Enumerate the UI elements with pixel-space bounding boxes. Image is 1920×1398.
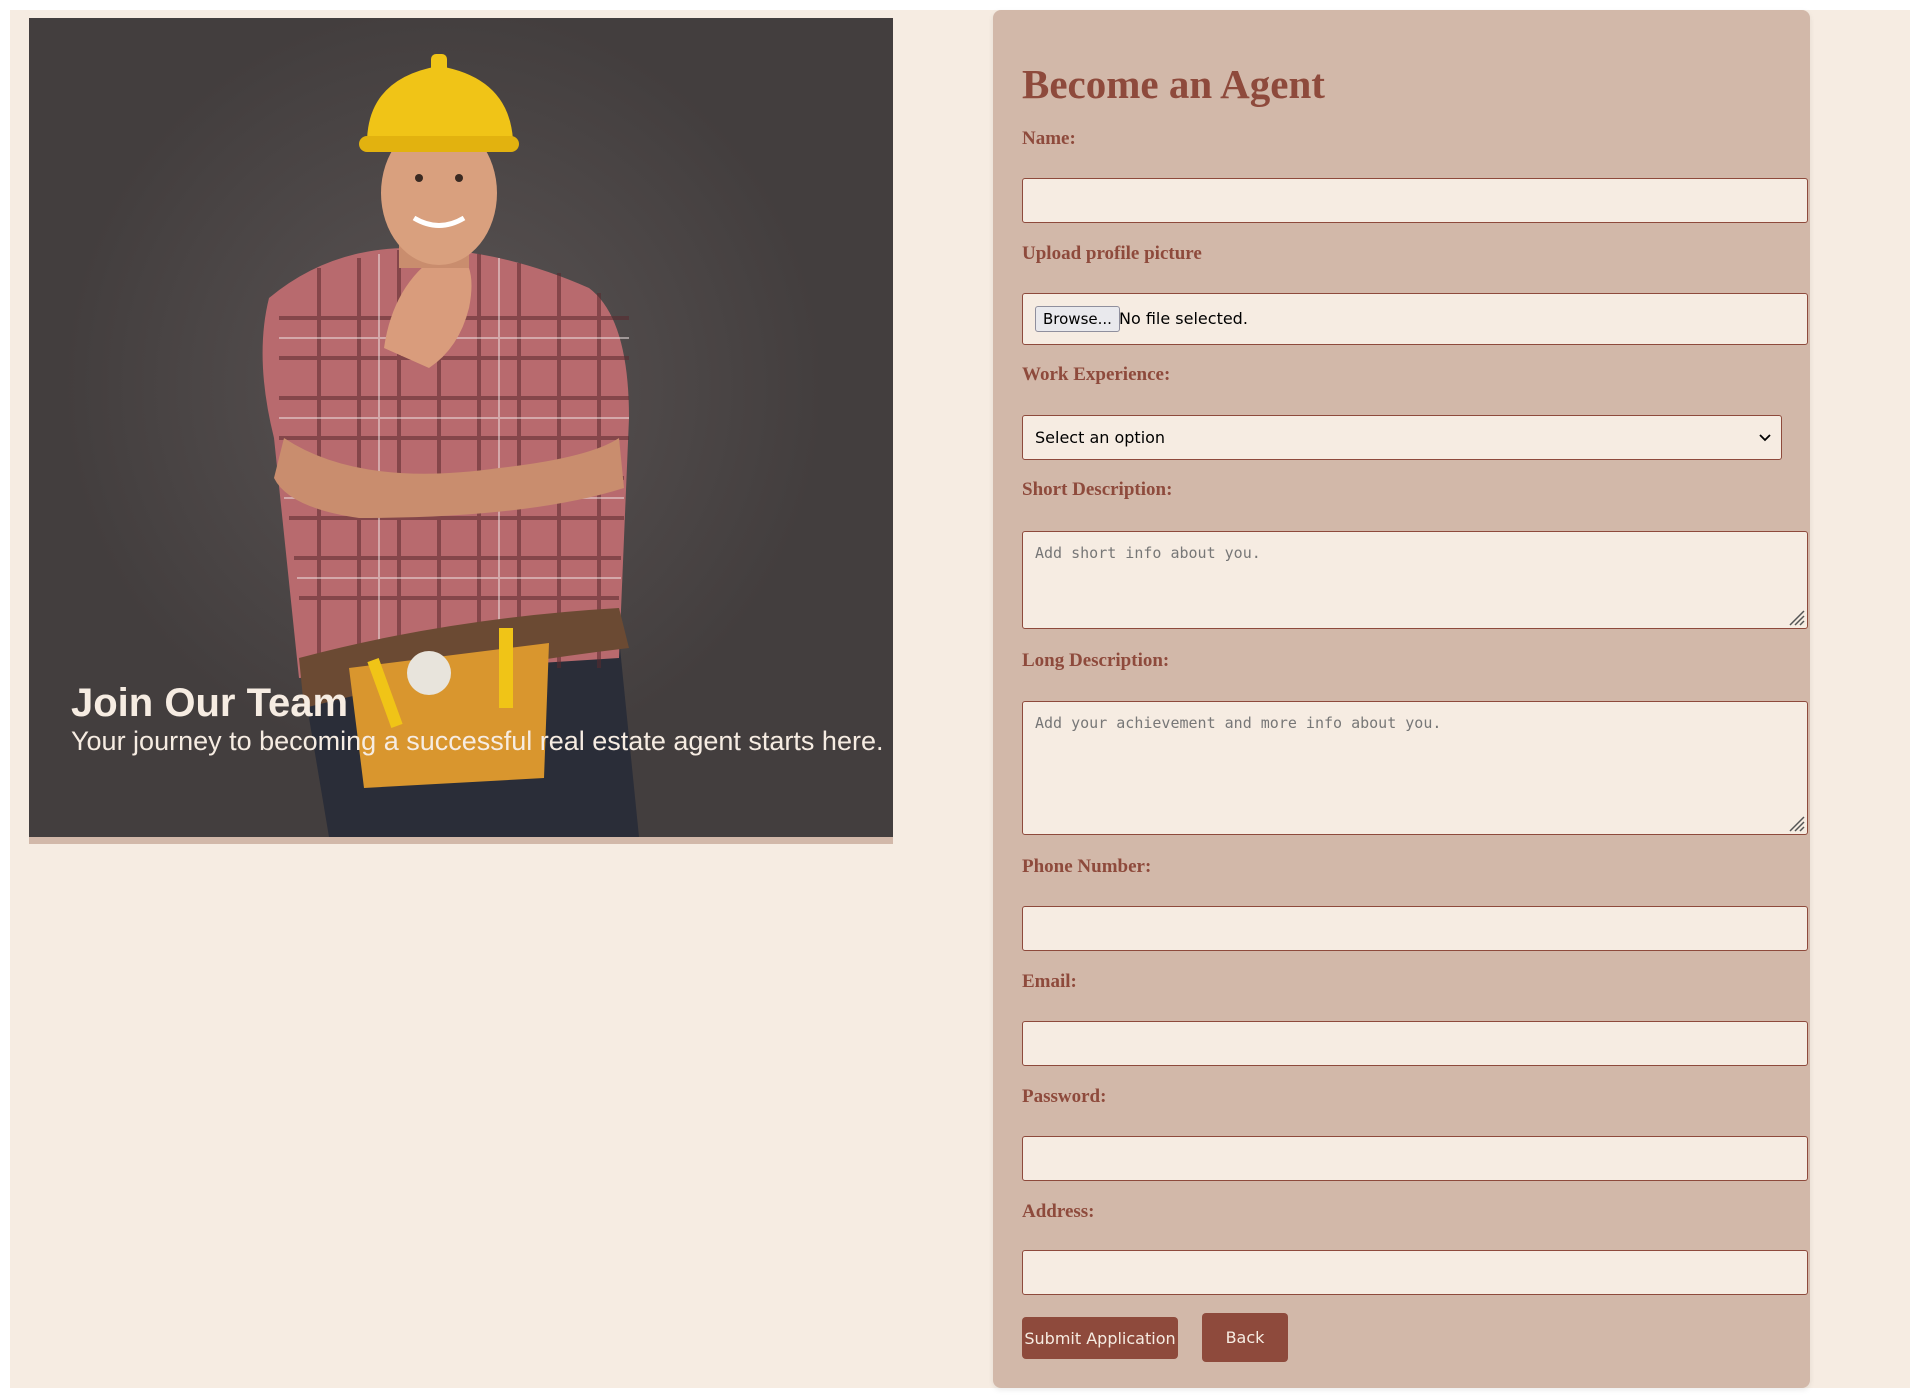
file-status-text: No file selected. [1119, 309, 1248, 328]
hero-title: Join Our Team [71, 681, 349, 725]
address-label: Address: [1022, 1201, 1095, 1222]
short-description-placeholder: Add short info about you. [1035, 544, 1261, 562]
long-description-textarea[interactable]: Add your achievement and more info about… [1022, 701, 1808, 835]
phone-input[interactable] [1022, 906, 1808, 951]
short-description-textarea[interactable]: Add short info about you. [1022, 531, 1808, 629]
form-title: Become an Agent [1022, 61, 1325, 107]
name-input[interactable] [1022, 178, 1808, 223]
work-experience-label: Work Experience: [1022, 364, 1171, 385]
long-description-label: Long Description: [1022, 650, 1170, 671]
email-label: Email: [1022, 971, 1077, 992]
password-input[interactable] [1022, 1136, 1808, 1181]
password-label: Password: [1022, 1086, 1107, 1107]
chevron-down-icon [1759, 434, 1771, 442]
resize-grip-icon[interactable] [1785, 812, 1805, 832]
profile-picture-input: Browse... No file selected. [1022, 293, 1808, 345]
name-label: Name: [1022, 128, 1076, 149]
hero-image: Join Our Team Your journey to becoming a… [29, 18, 893, 837]
hero-bottom-border [29, 837, 893, 844]
email-input[interactable] [1022, 1021, 1808, 1066]
work-experience-selected: Select an option [1035, 428, 1166, 447]
submit-application-button[interactable]: Submit Application [1022, 1317, 1178, 1359]
back-button[interactable]: Back [1202, 1313, 1288, 1362]
phone-label: Phone Number: [1022, 856, 1152, 877]
address-input[interactable] [1022, 1250, 1808, 1295]
profile-picture-label: Upload profile picture [1022, 243, 1202, 264]
work-experience-select[interactable]: Select an option [1022, 415, 1782, 460]
browse-button[interactable]: Browse... [1035, 306, 1120, 332]
hero-subtitle: Your journey to becoming a successful re… [71, 726, 884, 756]
resize-grip-icon[interactable] [1785, 606, 1805, 626]
short-description-label: Short Description: [1022, 479, 1173, 500]
long-description-placeholder: Add your achievement and more info about… [1035, 714, 1442, 732]
